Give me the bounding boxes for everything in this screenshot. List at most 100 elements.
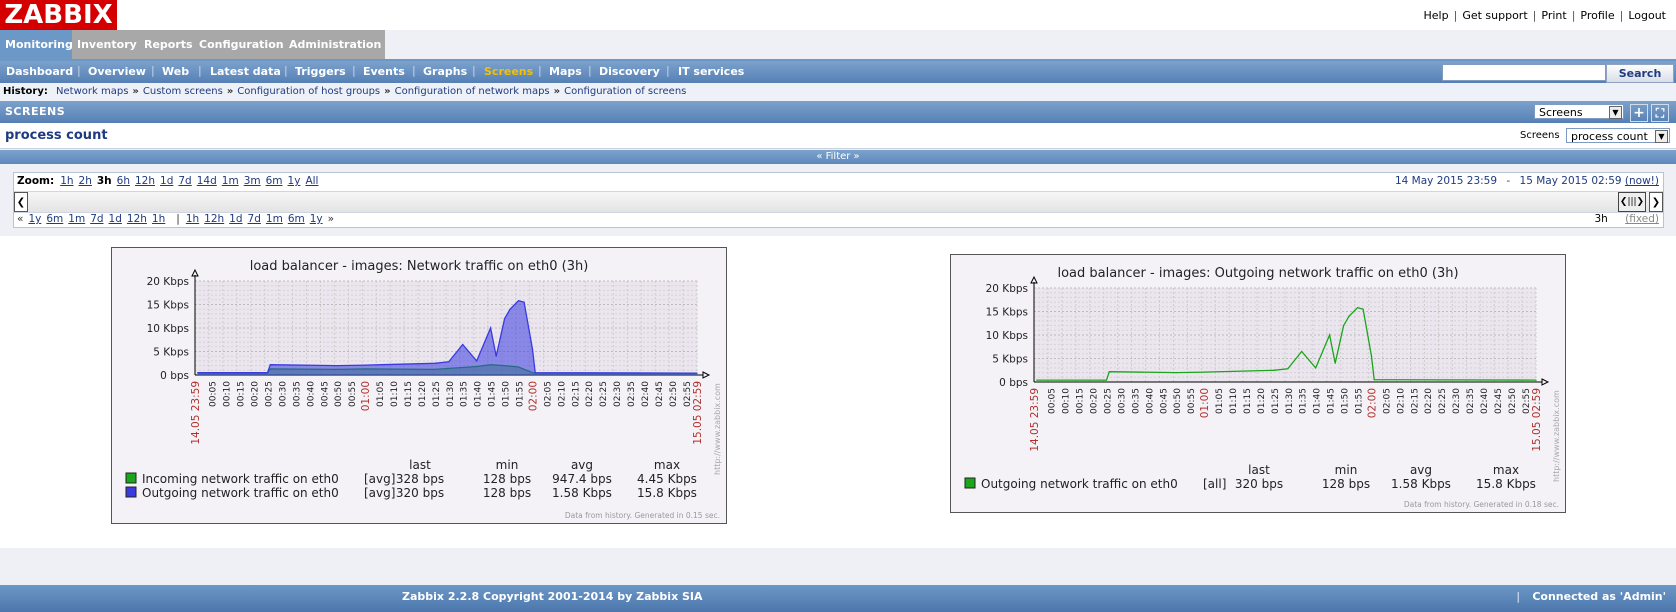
search-input[interactable]	[1442, 64, 1606, 81]
x-tick-label: 00:25	[265, 381, 275, 407]
zoom-link-12h[interactable]: 12h	[135, 175, 155, 187]
legend-series-name: Outgoing network traffic on eth0	[981, 477, 1178, 491]
x-tick-label: 02:45	[655, 381, 665, 407]
tab-configuration[interactable]: Configuration	[194, 30, 284, 59]
nav-forward-7d[interactable]: 7d	[248, 213, 261, 225]
nav-separator: |	[176, 213, 180, 225]
history-item[interactable]: Custom screens	[143, 86, 223, 97]
scrollbar-handle[interactable]: ❮|||❯	[1618, 192, 1646, 212]
x-tick-label: 01:55	[516, 381, 526, 407]
history-item[interactable]: Network maps	[56, 86, 128, 97]
data-point	[1108, 371, 1110, 373]
range-from: 14 May 2015 23:59	[1394, 175, 1498, 187]
history-item[interactable]: Configuration of screens	[564, 86, 686, 97]
subnav-it-services[interactable]: IT services	[678, 65, 744, 78]
nav-back-6m[interactable]: 6m	[46, 213, 63, 225]
subnav-events[interactable]: Events	[363, 65, 405, 78]
outgoing-traffic-chart: load balancer - images: Outgoing network…	[964, 266, 1561, 509]
x-tick-label: 01:10	[390, 381, 400, 407]
screens-view-select-value: Screens	[1539, 106, 1583, 119]
tab-monitoring[interactable]: Monitoring	[0, 30, 73, 59]
nav-back-1h[interactable]: 1h	[152, 213, 165, 225]
zoom-link-6h[interactable]: 6h	[117, 175, 130, 187]
time-scrollbar[interactable]: ❮ ❮|||❯ ❯	[14, 191, 1663, 213]
history-item[interactable]: Configuration of network maps	[395, 86, 550, 97]
nav-forward-end[interactable]: »	[328, 213, 334, 225]
history-item[interactable]: Configuration of host groups	[237, 86, 380, 97]
range-now[interactable]: (now!)	[1625, 175, 1659, 187]
get-support-link[interactable]: Get support	[1462, 9, 1527, 22]
screens-title: SCREENS	[5, 105, 66, 118]
legend-func: [avg]	[364, 472, 395, 486]
nav-back-1y[interactable]: 1y	[28, 213, 41, 225]
data-point	[495, 355, 497, 357]
profile-link[interactable]: Profile	[1580, 9, 1614, 22]
nav-forward-6m[interactable]: 6m	[288, 213, 305, 225]
x-tick-label: 02:00	[527, 381, 539, 411]
scroll-left-icon[interactable]: ❮	[14, 192, 28, 212]
subnav-latest-data[interactable]: Latest data	[210, 65, 281, 78]
zoom-link-14d[interactable]: 14d	[197, 175, 217, 187]
x-tick-label: 01:00	[1199, 388, 1211, 418]
zoom-link-3h[interactable]: 3h	[97, 175, 112, 187]
zabbix-logo[interactable]: ZABBIX	[0, 0, 117, 30]
search-button[interactable]: Search	[1606, 64, 1674, 83]
logout-link[interactable]: Logout	[1628, 9, 1666, 22]
tab-inventory[interactable]: Inventory	[72, 30, 139, 59]
zoom-link-1h[interactable]: 1h	[60, 175, 73, 187]
x-tick-label: 02:20	[1424, 388, 1434, 414]
subnav-maps[interactable]: Maps	[549, 65, 582, 78]
filter-toggle[interactable]: « Filter »	[0, 150, 1676, 164]
nav-forward-1y[interactable]: 1y	[310, 213, 323, 225]
zoom-link-2h[interactable]: 2h	[79, 175, 92, 187]
nav-back-1m[interactable]: 1m	[68, 213, 85, 225]
graph-outgoing-traffic[interactable]: load balancer - images: Outgoing network…	[950, 254, 1566, 513]
scroll-right-icon[interactable]: ❯	[1649, 192, 1663, 212]
nav-back-start[interactable]: «	[17, 213, 23, 225]
screen-title-row: process count Screens process count ▼	[0, 123, 1676, 149]
subnav-graphs[interactable]: Graphs	[423, 65, 467, 78]
screens-view-select[interactable]: Screens ▼	[1534, 104, 1624, 119]
subnav-dashboard[interactable]: Dashboard	[6, 65, 73, 78]
zoom-link-6m[interactable]: 6m	[266, 175, 283, 187]
nav-back-1d[interactable]: 1d	[109, 213, 122, 225]
subnav-web[interactable]: Web	[162, 65, 189, 78]
legend-value: 128 bps	[483, 486, 531, 500]
graph-network-traffic[interactable]: load balancer - images: Network traffic …	[111, 247, 727, 524]
zoom-link-1m[interactable]: 1m	[222, 175, 239, 187]
x-tick-label: 00:50	[1173, 388, 1183, 414]
tab-administration[interactable]: Administration	[284, 30, 385, 59]
zoom-link-all[interactable]: All	[305, 175, 318, 187]
nav-back-12h[interactable]: 12h	[127, 213, 147, 225]
range-dash: -	[1506, 175, 1511, 187]
zoom-link-7d[interactable]: 7d	[178, 175, 191, 187]
screen-select[interactable]: process count ▼	[1566, 128, 1670, 143]
print-link[interactable]: Print	[1541, 9, 1566, 22]
zoom-link-3m[interactable]: 3m	[244, 175, 261, 187]
nav-forward-12h[interactable]: 12h	[204, 213, 224, 225]
add-icon[interactable]: +	[1630, 104, 1648, 122]
nav-forward-1m[interactable]: 1m	[266, 213, 283, 225]
legend-func: [avg]	[364, 486, 395, 500]
nav-forward-1h[interactable]: 1h	[186, 213, 199, 225]
fullscreen-icon[interactable]: ⛶	[1651, 104, 1669, 122]
zoom-link-1d[interactable]: 1d	[160, 175, 173, 187]
tab-reports[interactable]: Reports	[139, 30, 194, 59]
subnav-discovery[interactable]: Discovery	[599, 65, 660, 78]
chart-title: load balancer - images: Network traffic …	[250, 259, 589, 274]
subnav-screens[interactable]: Screens	[484, 65, 533, 78]
nav-back-7d[interactable]: 7d	[90, 213, 103, 225]
fixed-toggle[interactable]: (fixed)	[1625, 213, 1659, 225]
y-tick-label: 15 Kbps	[986, 307, 1028, 319]
legend-header: max	[1493, 463, 1519, 477]
nav-forward-1d[interactable]: 1d	[229, 213, 242, 225]
x-tick-label: 02:15	[571, 381, 581, 407]
x-tick-label: 01:20	[1257, 388, 1267, 414]
range-to: 15 May 2015 02:59	[1519, 175, 1622, 187]
subnav-triggers[interactable]: Triggers	[295, 65, 346, 78]
help-link[interactable]: Help	[1424, 9, 1449, 22]
zoom-link-1y[interactable]: 1y	[288, 175, 301, 187]
time-range: 14 May 2015 23:59 - 15 May 2015 02:59 (n…	[1395, 175, 1659, 187]
connected-as: | Connected as 'Admin'	[1516, 590, 1666, 603]
subnav-overview[interactable]: Overview	[88, 65, 146, 78]
